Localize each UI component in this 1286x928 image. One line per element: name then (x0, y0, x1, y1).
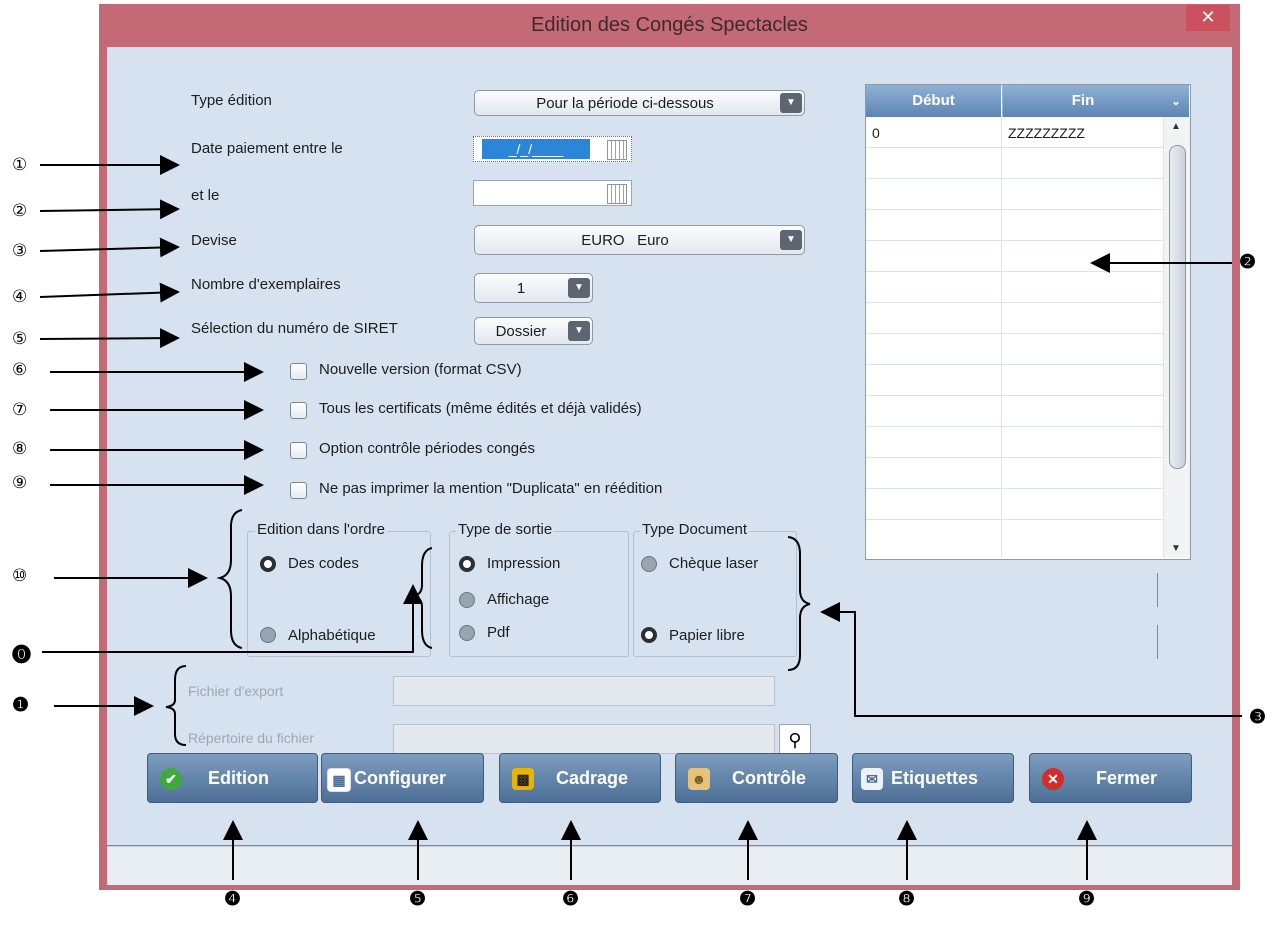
annotation-label: ❹ (224, 889, 242, 910)
annotation-label: ⑤ (12, 329, 28, 348)
brace-ordre (216, 509, 243, 649)
arrow-11 (42, 584, 423, 653)
annotation-label: ⑩ (12, 566, 28, 585)
arrow-4 (39, 282, 180, 303)
brace-document (787, 536, 811, 671)
annotation-label: ② (12, 201, 28, 220)
annotation-label: ⑧ (12, 439, 28, 458)
annotation-label: ⑦ (12, 400, 28, 419)
annotation-label: ❾ (1078, 889, 1096, 910)
annotation-label: ❼ (739, 889, 757, 910)
annotation-arrows (39, 155, 1242, 880)
arrow-3 (39, 237, 180, 258)
annotation-label: ⑥ (12, 360, 28, 379)
annotation-label: ❷ (1239, 252, 1257, 273)
annotation-label: ❽ (898, 889, 916, 910)
arrow-5 (39, 328, 180, 349)
annotation-label: ❺ (409, 889, 427, 910)
annotation-label: ① (12, 155, 28, 174)
annotation-label: ⑨ (12, 473, 28, 492)
annotation-label: ⓿ (12, 645, 32, 666)
brace-export (165, 665, 187, 746)
brace-sortie (413, 547, 433, 649)
annotation-label: ③ (12, 241, 28, 260)
annotation-label: ❻ (562, 889, 580, 910)
arrow-document (820, 602, 1242, 717)
annotation-label: ❸ (1249, 707, 1267, 728)
annotation-label: ④ (12, 287, 28, 306)
annotation-label: ❶ (12, 695, 30, 716)
arrow-2 (39, 199, 180, 220)
